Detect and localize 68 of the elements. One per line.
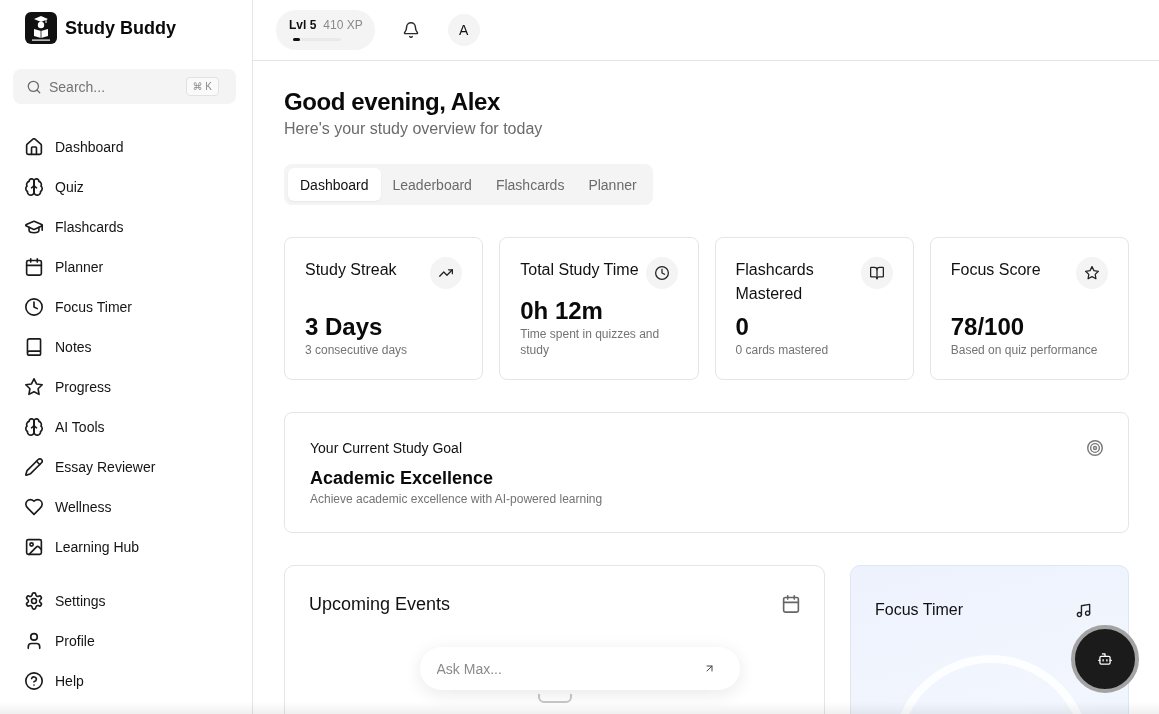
nav-item[interactable]: Profile — [13, 621, 236, 661]
keyboard-shortcut: ⌘ K — [185, 77, 219, 96]
goal-description: Achieve academic excellence with AI-powered learning — [310, 491, 603, 507]
image-icon — [25, 538, 43, 556]
tab[interactable]: Planner — [576, 168, 649, 201]
nav-item[interactable]: Dashboard — [13, 127, 236, 167]
stat-note: Based on quiz performance — [950, 342, 1099, 358]
nav-item[interactable]: Quiz — [13, 167, 236, 207]
stat-title: Study Streak — [305, 260, 397, 280]
calendar-icon — [25, 258, 43, 276]
stat-title: Flashcards Mastered — [735, 260, 815, 304]
nav-item[interactable]: Settings — [13, 581, 236, 621]
nav-item[interactable]: Focus Timer — [13, 287, 236, 327]
brand-name: Study Buddy — [65, 17, 176, 39]
tab[interactable]: Dashboard — [288, 168, 381, 201]
stat-value: 0 — [735, 312, 750, 342]
calendar-icon — [782, 595, 800, 613]
stat-value: 3 Days — [305, 312, 384, 342]
goal-heading: Your Current Study Goal — [310, 439, 463, 458]
nav-item[interactable]: Learning Hub — [13, 527, 236, 567]
stat-note: Time spent in quizzes and study — [520, 326, 661, 358]
brain-icon — [25, 418, 43, 436]
music-note-icon — [1076, 602, 1091, 618]
stat-note: 0 cards mastered — [735, 342, 830, 358]
robot-icon — [1098, 652, 1112, 666]
trending-up-icon — [430, 257, 463, 289]
book-icon — [25, 338, 43, 356]
star-icon — [25, 378, 43, 396]
user-icon — [25, 632, 43, 650]
pencil-icon — [25, 458, 43, 476]
settings-icon — [25, 592, 43, 610]
avatar[interactable]: A — [447, 14, 480, 46]
brain-icon — [25, 178, 43, 196]
goal-title: Academic Excellence — [310, 467, 495, 490]
target-icon — [1087, 440, 1103, 456]
focus-timer-title: Focus Timer — [875, 600, 963, 620]
nav-item[interactable]: Planner — [13, 247, 236, 287]
help-icon — [25, 672, 43, 690]
stat-note: 3 consecutive days — [305, 342, 409, 358]
tab[interactable]: Flashcards — [483, 168, 577, 201]
search-icon — [27, 79, 41, 94]
xp-label: 410 XP — [323, 18, 363, 32]
logo-icon — [25, 12, 57, 44]
nav-item[interactable]: Essay Reviewer — [13, 447, 236, 487]
greeting-subtitle: Here's your study overview for today — [284, 119, 543, 139]
stat-value: 0h 12m — [520, 296, 604, 326]
tab[interactable]: Leaderboard — [380, 168, 484, 201]
nav-item[interactable]: Progress — [13, 367, 236, 407]
clock-icon — [645, 257, 678, 289]
greeting-title: Good evening, Alex — [284, 87, 500, 117]
home-icon — [25, 138, 43, 156]
stat-value: 78/100 — [950, 312, 1026, 342]
empty-state-icon — [537, 694, 572, 703]
nav-item[interactable]: Help — [13, 661, 236, 701]
events-title: Upcoming Events — [309, 593, 451, 616]
nav-item[interactable]: Flashcards — [13, 207, 236, 247]
nav-item[interactable]: Wellness — [13, 487, 236, 527]
heart-icon — [25, 498, 43, 516]
stat-title: Total Study Time — [520, 260, 639, 280]
graduation-cap-icon — [25, 218, 43, 236]
level-label: Lvl 5 — [289, 18, 317, 32]
chat-input-field[interactable]: Ask Max... — [419, 647, 740, 690]
nav-item[interactable]: Notes — [13, 327, 236, 367]
bell-icon[interactable] — [402, 22, 419, 38]
nav-item[interactable]: AI Tools — [13, 407, 236, 447]
stat-title: Focus Score — [950, 260, 1041, 280]
clock-icon — [25, 298, 43, 316]
open-book-icon — [860, 257, 893, 289]
